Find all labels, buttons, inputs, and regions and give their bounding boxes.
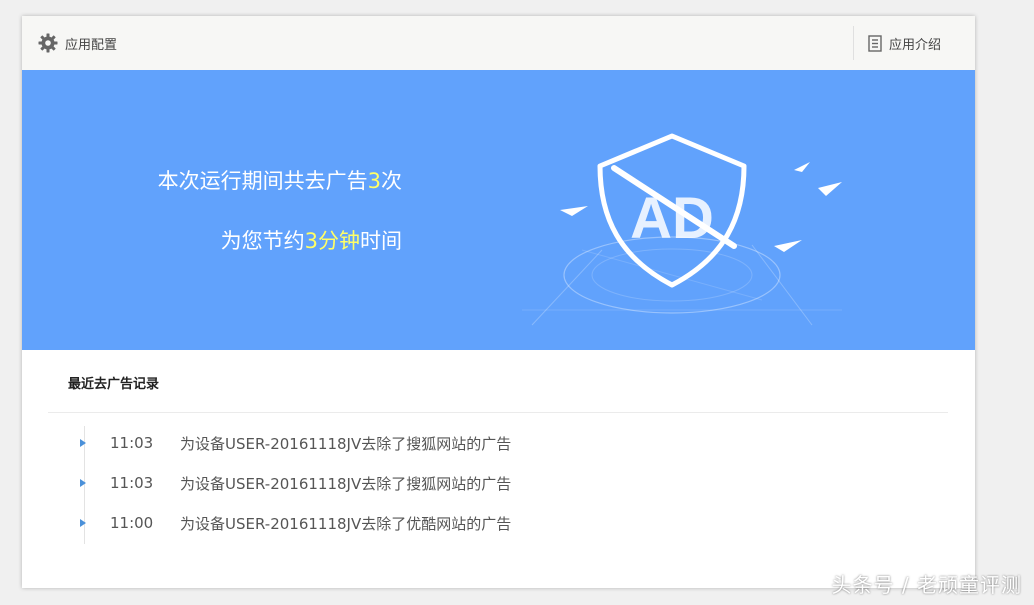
time-saved-value: 3分钟 (304, 229, 360, 253)
record-item: 11:00 为设备USER-20161118JV去除了优酷网站的广告 (80, 512, 511, 534)
stats-banner: 本次运行期间共去广告3次 为您节约3分钟时间 AD (22, 70, 975, 350)
ads-removed-suffix: 次 (381, 169, 402, 193)
record-time: 11:00 (110, 514, 154, 532)
app-intro-label: 应用介绍 (889, 37, 942, 53)
top-toolbar: 应用配置 应用介绍 (22, 16, 975, 71)
record-item: 11:03 为设备USER-20161118JV去除了搜狐网站的广告 (80, 472, 511, 494)
ads-removed-count: 3 (367, 169, 381, 193)
record-text: 为设备USER-20161118JV去除了搜狐网站的广告 (180, 474, 512, 493)
bullet-arrow-icon (80, 479, 86, 487)
app-config-button[interactable]: 应用配置 (38, 16, 117, 70)
watermark-text: 头条号 / 老顽童评测 (831, 573, 1022, 597)
record-text: 为设备USER-20161118JV去除了搜狐网站的广告 (180, 434, 512, 453)
time-saved-prefix: 为您节约 (220, 229, 305, 253)
recent-records-title: 最近去广告记录 (68, 377, 160, 392)
ad-block-shield-icon: AD (522, 133, 842, 326)
gear-icon (38, 33, 58, 53)
toolbar-divider (853, 26, 854, 60)
document-icon (868, 34, 882, 52)
record-time: 11:03 (110, 474, 154, 492)
ads-removed-stat: 本次运行期间共去广告3次 (158, 165, 402, 195)
record-text: 为设备USER-20161118JV去除了优酷网站的广告 (180, 514, 512, 533)
ads-removed-prefix: 本次运行期间共去广告 (157, 169, 368, 193)
bullet-arrow-icon (80, 439, 86, 447)
records-divider (48, 412, 948, 413)
time-saved-stat: 为您节约3分钟时间 (221, 225, 402, 255)
app-panel: 应用配置 应用介绍 本次运行期间共去广告3次 为您节约3分钟时间 AD 最近去广… (22, 16, 975, 588)
record-item: 11:03 为设备USER-20161118JV去除了搜狐网站的广告 (80, 432, 511, 454)
bullet-arrow-icon (80, 519, 86, 527)
record-time: 11:03 (110, 434, 154, 452)
shield-text: AD (630, 186, 714, 251)
app-config-label: 应用配置 (65, 37, 118, 53)
app-intro-button[interactable]: 应用介绍 (868, 16, 941, 70)
time-saved-suffix: 时间 (360, 229, 402, 253)
